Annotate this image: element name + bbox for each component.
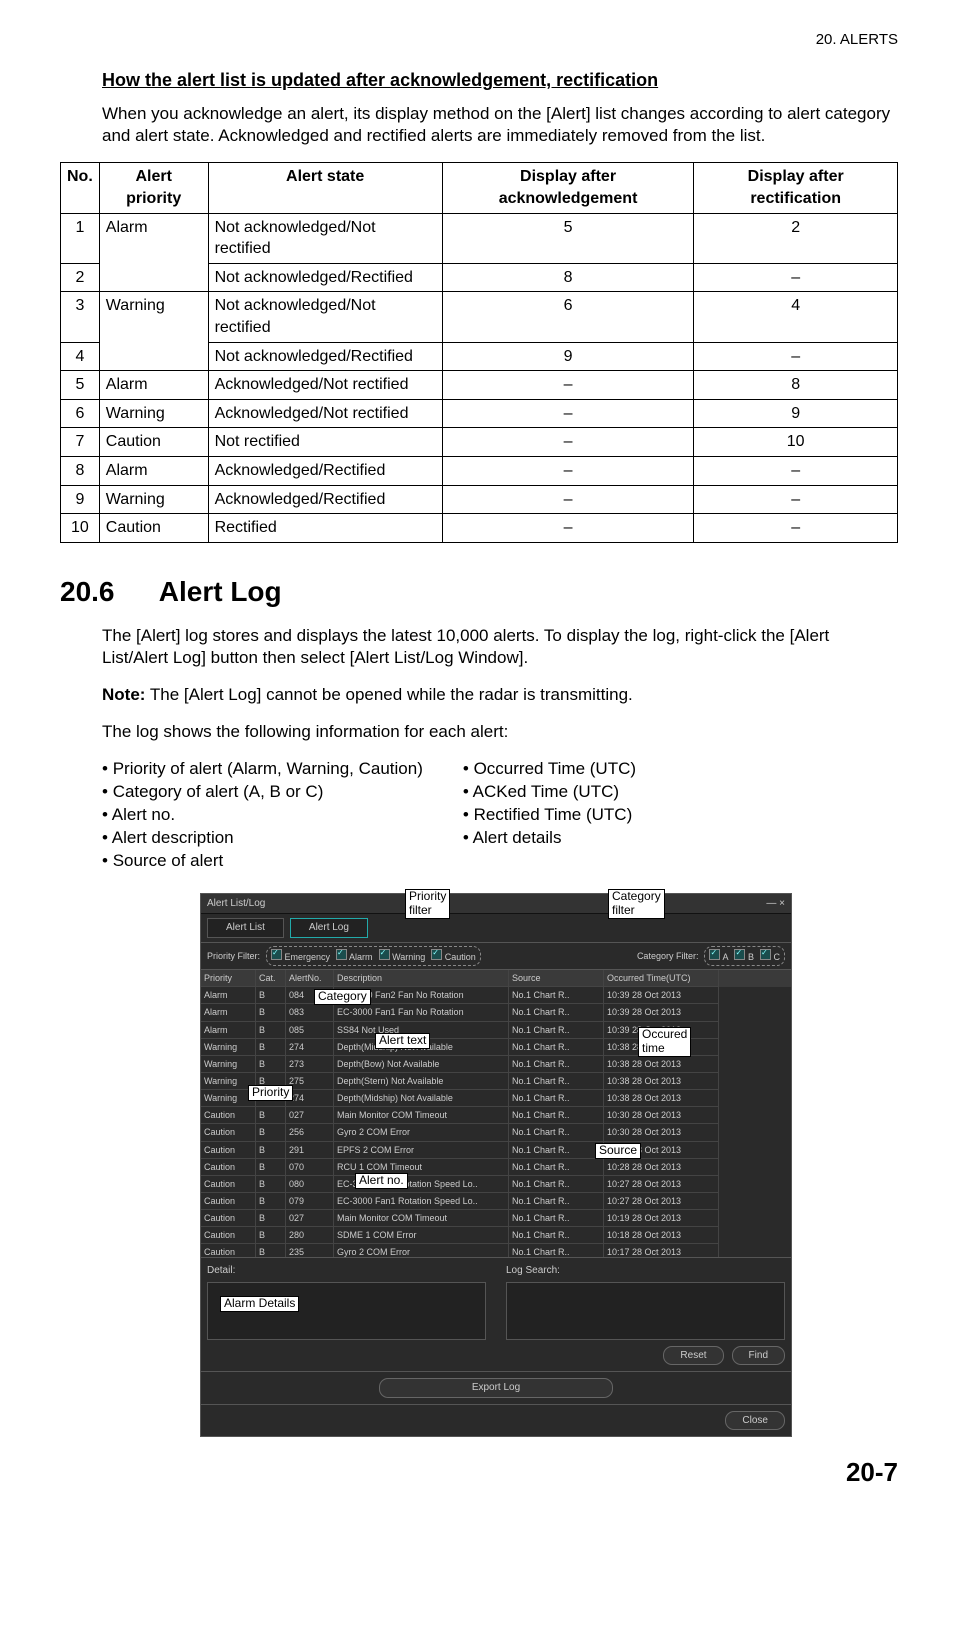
callout-alert-no: Alert no. [355,1173,408,1189]
screenshot-figure: Priority filter Category filter Category… [200,893,790,1437]
priority-filter-checkbox[interactable]: Emergency [271,949,330,963]
table-row[interactable]: AlarmB084EC-3000 Fan2 Fan No RotationNo.… [201,987,791,1004]
note-text: The [Alert Log] cannot be opened while t… [145,685,632,704]
table-row[interactable]: CautionB070RCU 1 COM TimeoutNo.1 Chart R… [201,1159,791,1176]
callout-priority: Priority [248,1085,293,1101]
list-item: Occurred Time (UTC) [463,758,636,781]
list-item: Rectified Time (UTC) [463,804,636,827]
table-row[interactable]: CautionB079EC-3000 Fan1 Rotation Speed L… [201,1193,791,1210]
intro-paragraph: When you acknowledge an alert, its displ… [102,103,898,149]
callout-alert-text: Alert text [375,1033,430,1049]
search-box[interactable] [506,1282,785,1340]
category-filter-checkbox[interactable]: B [734,949,754,963]
list-item: Source of alert [102,850,423,873]
list-item: Priority of alert (Alarm, Warning, Cauti… [102,758,423,781]
priority-filter-group[interactable]: Emergency Alarm Warning Caution [266,946,481,966]
list-item: Alert no. [102,804,423,827]
page-number: 20-7 [60,1455,898,1490]
reset-button[interactable]: Reset [663,1346,723,1366]
callout-category: Category [314,989,371,1005]
th-no: No. [61,163,100,213]
list-item: Category of alert (A, B or C) [102,781,423,804]
th-priority: Alert priority [99,163,208,213]
grid-body[interactable]: AlarmB084EC-3000 Fan2 Fan No RotationNo.… [201,987,791,1257]
table-row[interactable]: CautionB291EPFS 2 COM ErrorNo.1 Chart R.… [201,1142,791,1159]
callout-source: Source [595,1143,641,1159]
table-row[interactable]: CautionB027Main Monitor COM TimeoutNo.1 … [201,1210,791,1227]
table-row[interactable]: CautionB027Main Monitor COM TimeoutNo.1 … [201,1107,791,1124]
callout-category-filter: Category filter [608,889,665,919]
category-filter-checkbox[interactable]: A [709,949,728,963]
alert-update-table: No. Alert priority Alert state Display a… [60,162,898,542]
table-row[interactable]: AlarmB085SS84 Not UsedNo.1 Chart R..10:3… [201,1022,791,1039]
column-header[interactable]: Priority [201,970,256,987]
callout-occurred-time: Occured time [638,1027,691,1057]
section-number: 20.6 [60,573,152,611]
subheading: How the alert list is updated after ackn… [102,68,898,92]
table-row[interactable]: CautionB280SDME 1 COM ErrorNo.1 Chart R.… [201,1227,791,1244]
table-row[interactable]: WarningB273Depth(Bow) Not AvailableNo.1 … [201,1056,791,1073]
info-list-left: Priority of alert (Alarm, Warning, Cauti… [102,758,423,873]
list-item: ACKed Time (UTC) [463,781,636,804]
grid-header: PriorityCat.AlertNo.DescriptionSourceOcc… [201,970,791,987]
table-row[interactable]: CautionB256Gyro 2 COM ErrorNo.1 Chart R.… [201,1124,791,1141]
tab-alert-log[interactable]: Alert Log [290,918,368,938]
table-row[interactable]: WarningB274Depth(Midship) Not AvailableN… [201,1039,791,1056]
table-row[interactable]: CautionB235Gyro 2 COM ErrorNo.1 Chart R.… [201,1244,791,1257]
category-filter-checkbox[interactable]: C [760,949,780,963]
column-header[interactable]: Cat. [256,970,286,987]
section-heading: 20.6 Alert Log [60,573,898,611]
section-para1: The [Alert] log stores and displays the … [102,625,898,671]
priority-filter-checkbox[interactable]: Alarm [336,949,373,963]
priority-filter-checkbox[interactable]: Warning [379,949,426,963]
column-header[interactable]: AlertNo. [286,970,334,987]
export-log-button[interactable]: Export Log [379,1378,613,1398]
callout-priority-filter: Priority filter [405,889,450,919]
th-state: Alert state [208,163,442,213]
chapter-header: 20. ALERTS [60,30,898,50]
priority-filter-checkbox[interactable]: Caution [431,949,476,963]
window-controls[interactable]: — × [766,897,785,911]
note-label: Note: [102,685,145,704]
column-header[interactable]: Occurred Time(UTC) [604,970,719,987]
window-title: Alert List/Log [207,897,265,911]
list-item: Alert description [102,827,423,850]
category-filter-label: Category Filter: [637,950,699,962]
close-button[interactable]: Close [725,1411,785,1431]
find-button[interactable]: Find [732,1346,785,1366]
search-label: Log Search: [506,1264,785,1278]
priority-filter-label: Priority Filter: [207,950,260,962]
section-title: Alert Log [159,576,282,607]
info-list-right: Occurred Time (UTC)ACKed Time (UTC)Recti… [463,758,636,873]
section-note: Note: The [Alert Log] cannot be opened w… [102,684,898,707]
callout-alarm-details: Alarm Details [220,1296,299,1312]
table-row[interactable]: AlarmB083EC-3000 Fan1 Fan No RotationNo.… [201,1004,791,1021]
detail-label: Detail: [207,1264,486,1278]
column-header[interactable]: Description [334,970,509,987]
th-rect: Display after rectification [694,163,898,213]
category-filter-group[interactable]: A B C [704,946,785,966]
list-item: Alert details [463,827,636,850]
table-row[interactable]: CautionB080EC-3000 Fan2 Rotation Speed L… [201,1176,791,1193]
column-header[interactable]: Source [509,970,604,987]
section-para2: The log shows the following information … [102,721,898,744]
tab-alert-list[interactable]: Alert List [207,918,284,938]
th-ack: Display after acknowledgement [442,163,694,213]
